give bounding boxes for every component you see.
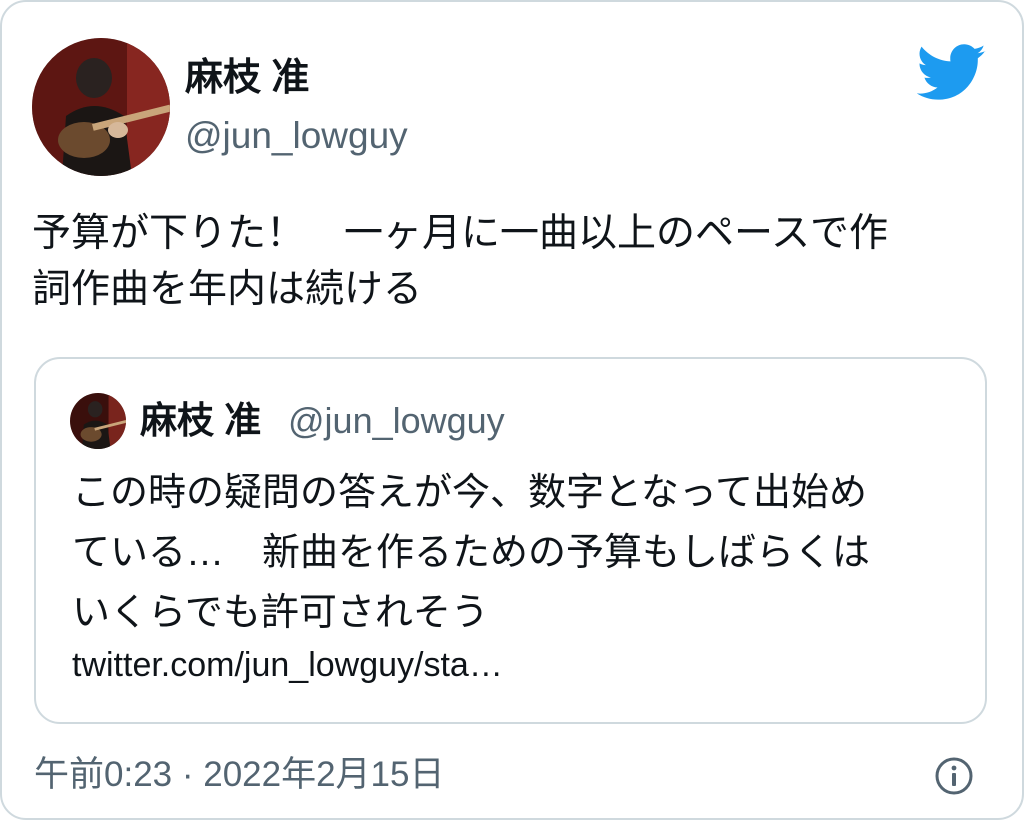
quoted-author-avatar [70, 393, 126, 449]
embedded-tweet-card[interactable]: 麻枝 准 @jun_lowguy 予算が下りた！ 一ヶ月に一曲以上のペースで作 … [0, 0, 1024, 820]
quoted-author-display-name: 麻枝 准 [140, 400, 262, 441]
quoted-tweet-text: この時の疑問の答えが今、数字となって出始め ている… 新曲を作るための予算もしば… [72, 472, 871, 634]
quoted-author-handle: @jun_lowguy [288, 400, 505, 441]
author-avatar[interactable] [32, 38, 170, 176]
author-handle[interactable]: @jun_lowguy [185, 112, 408, 160]
info-icon[interactable] [934, 756, 974, 796]
quoted-tweet[interactable]: 麻枝 准 @jun_lowguy この時の疑問の答えが今、数字となって出始め て… [34, 357, 987, 724]
tweet-timestamp[interactable]: 午前0:23 · 2022年2月15日 [34, 750, 444, 800]
tweet-body-text: 予算が下りた！ 一ヶ月に一曲以上のペースで作 詞作曲を年内は続ける [32, 212, 889, 311]
quoted-tweet-link[interactable]: twitter.com/jun_lowguy/sta… [72, 641, 503, 689]
author-display-name[interactable]: 麻枝 准 [185, 54, 310, 102]
twitter-bird-icon[interactable] [916, 44, 987, 102]
